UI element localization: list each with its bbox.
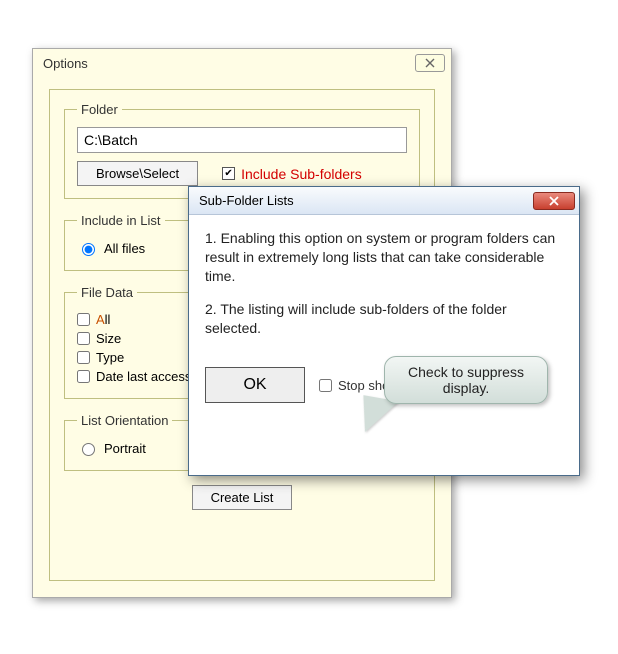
callout-bubble: Check to suppress display. xyxy=(384,356,548,404)
options-titlebar[interactable]: Options xyxy=(33,49,451,77)
close-icon[interactable] xyxy=(415,54,445,72)
folder-path-input[interactable] xyxy=(77,127,407,153)
stop-showing-checkbox-input[interactable] xyxy=(319,379,332,392)
x-icon xyxy=(424,58,436,68)
portrait-radio[interactable]: Portrait xyxy=(77,438,146,458)
file-data-size-label: Size xyxy=(96,331,121,346)
all-files-radio-input[interactable] xyxy=(82,243,95,256)
portrait-radio-input[interactable] xyxy=(82,443,95,456)
file-data-legend: File Data xyxy=(77,285,137,300)
options-title: Options xyxy=(43,56,88,71)
callout-text: Check to suppress display. xyxy=(393,364,539,396)
include-in-list-legend: Include in List xyxy=(77,213,165,228)
create-list-button[interactable]: Create List xyxy=(192,485,293,510)
subfolder-titlebar[interactable]: Sub-Folder Lists xyxy=(189,187,579,215)
checkmark-icon: ✔ xyxy=(222,167,235,180)
file-data-all-label: All xyxy=(96,312,110,327)
file-data-type-checkbox[interactable] xyxy=(77,351,90,364)
all-files-label: All files xyxy=(104,241,145,256)
subfolder-para1: 1. Enabling this option on system or pro… xyxy=(205,229,563,286)
include-subfolders-checkbox[interactable]: ✔ Include Sub-folders xyxy=(222,164,362,184)
file-data-size-checkbox[interactable] xyxy=(77,332,90,345)
folder-legend: Folder xyxy=(77,102,122,117)
folder-group: Folder Browse\Select ✔ Include Sub-folde… xyxy=(64,102,420,199)
include-subfolders-label: Include Sub-folders xyxy=(241,166,362,182)
file-data-all-checkbox[interactable] xyxy=(77,313,90,326)
file-data-type-label: Type xyxy=(96,350,124,365)
subfolder-para2: 2. The listing will include sub-folders … xyxy=(205,300,563,338)
browse-button[interactable]: Browse\Select xyxy=(77,161,198,186)
orientation-legend: List Orientation xyxy=(77,413,172,428)
subfolder-title: Sub-Folder Lists xyxy=(199,193,294,208)
close-button[interactable] xyxy=(533,192,575,210)
ok-button[interactable]: OK xyxy=(205,367,305,403)
close-icon xyxy=(547,196,561,206)
file-data-date-checkbox[interactable] xyxy=(77,370,90,383)
portrait-label: Portrait xyxy=(104,441,146,456)
